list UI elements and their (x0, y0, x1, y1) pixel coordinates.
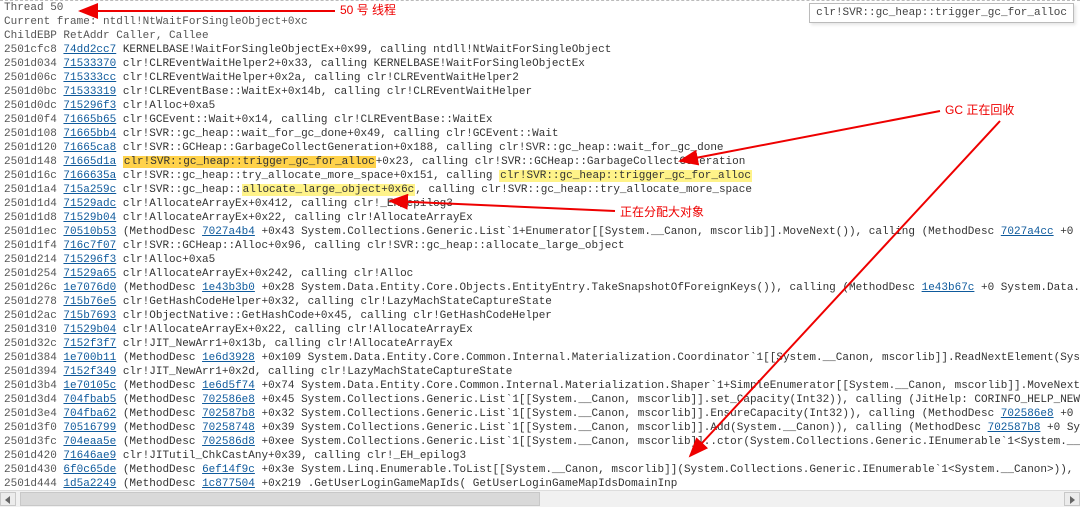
retaddr-link[interactable]: 715b76e5 (63, 296, 116, 308)
stack-row: 2501d2ac 715b7693 clr!ObjectNative::GetH… (0, 309, 1080, 323)
stack-row: 2501d3e4 704fba62 (MethodDesc 702587b8 +… (0, 407, 1080, 421)
methoddesc-link[interactable]: 702587b8 (202, 408, 255, 420)
retaddr-link[interactable]: 715a259c (63, 184, 116, 196)
retaddr-link[interactable]: 71665bb4 (63, 128, 116, 140)
retaddr-link[interactable]: 6f0c65de (63, 464, 116, 476)
debugger-output-panel[interactable]: clr!SVR::gc_heap::trigger_gc_for_alloc T… (0, 0, 1080, 507)
retaddr-link[interactable]: 71665ca8 (63, 142, 116, 154)
stack-row: 2501d3d4 704fbab5 (MethodDesc 702586e8 +… (0, 393, 1080, 407)
methoddesc-link[interactable]: 1e43b3b0 (202, 282, 255, 294)
retaddr-link[interactable]: 7166635a (63, 170, 116, 182)
retaddr-link[interactable]: 1e7076d0 (63, 282, 116, 294)
retaddr-link[interactable]: 1e700b11 (63, 352, 116, 364)
stack-row: 2501d0dc 715296f3 clr!Alloc+0xa5 (0, 99, 1080, 113)
stack-row: 2501d444 1d5a2249 (MethodDesc 1c877504 +… (0, 477, 1080, 491)
horizontal-scrollbar[interactable] (0, 490, 1080, 507)
stack-row: 2501d394 7152f349 clr!JIT_NewArr1+0x2d, … (0, 365, 1080, 379)
stack-row: 2501d310 71529b04 clr!AllocateArrayEx+0x… (0, 323, 1080, 337)
methoddesc-link[interactable]: 702586d8 (202, 436, 255, 448)
retaddr-link[interactable]: 71529a65 (63, 268, 116, 280)
retaddr-link[interactable]: 7152f349 (63, 366, 116, 378)
retaddr-link[interactable]: 71529b04 (63, 324, 116, 336)
scroll-left-button[interactable] (0, 492, 16, 506)
retaddr-link[interactable]: 71529adc (63, 198, 116, 210)
retaddr-link[interactable]: 71533319 (63, 86, 116, 98)
retaddr-link[interactable]: 704fba62 (63, 408, 116, 420)
methoddesc-link[interactable]: 6ef14f9c (202, 464, 255, 476)
stack-row: 2501d108 71665bb4 clr!SVR::gc_heap::wait… (0, 127, 1080, 141)
stack-row: 2501d254 71529a65 clr!AllocateArrayEx+0x… (0, 267, 1080, 281)
gc-trigger-highlight: clr!SVR::gc_heap::trigger_gc_for_alloc (123, 156, 376, 168)
stack-row: 2501d3f0 70516799 (MethodDesc 70258748 +… (0, 421, 1080, 435)
methoddesc-link[interactable]: 702587b8 (988, 422, 1041, 434)
retaddr-link[interactable]: 1d5a2249 (63, 478, 116, 490)
methoddesc-link[interactable]: 70258748 (202, 422, 255, 434)
stack-row: 2501d0f4 71665b65 clr!GCEvent::Wait+0x14… (0, 113, 1080, 127)
methoddesc-link[interactable]: 7027a4cc (1001, 226, 1054, 238)
large-object-highlight: allocate_large_object+0x6c (242, 184, 416, 196)
retaddr-link[interactable]: 71665b65 (63, 114, 116, 126)
retaddr-link[interactable]: 71665d1a (63, 156, 116, 168)
stack-row: 2501d32c 7152f3f7 clr!JIT_NewArr1+0x13b,… (0, 337, 1080, 351)
retaddr-link[interactable]: 71533370 (63, 58, 116, 70)
methoddesc-link[interactable]: 7027a4b4 (202, 226, 255, 238)
stack-row: 2501d278 715b76e5 clr!GetHashCodeHelper+… (0, 295, 1080, 309)
stack-row: 2501d3b4 1e70105c (MethodDesc 1e6d5f74 +… (0, 379, 1080, 393)
stack-row: 2501d034 71533370 clr!CLREventWaitHelper… (0, 57, 1080, 71)
retaddr-link[interactable]: 70516799 (63, 422, 116, 434)
methoddesc-link[interactable]: 702586e8 (202, 394, 255, 406)
columns-header: ChildEBP RetAddr Caller, Callee (0, 29, 1080, 43)
stack-row: 2501d1f4 716c7f07 clr!SVR::GCHeap::Alloc… (0, 239, 1080, 253)
retaddr-link[interactable]: 70510b53 (63, 226, 116, 238)
stack-row-highlight: 2501d148 71665d1a clr!SVR::gc_heap::trig… (0, 155, 1080, 169)
methoddesc-link[interactable]: 1e6d3928 (202, 352, 255, 364)
stack-row: 2501d1ec 70510b53 (MethodDesc 7027a4b4 +… (0, 225, 1080, 239)
retaddr-link[interactable]: 74dd2cc7 (63, 44, 116, 56)
stack-row: 2501d430 6f0c65de (MethodDesc 6ef14f9c +… (0, 463, 1080, 477)
stack-row: 2501d120 71665ca8 clr!SVR::GCHeap::Garba… (0, 141, 1080, 155)
scroll-thumb[interactable] (20, 492, 540, 506)
retaddr-link[interactable]: 7152f3f7 (63, 338, 116, 350)
methoddesc-link[interactable]: 702586e8 (1001, 408, 1054, 420)
stack-row: 2501d26c 1e7076d0 (MethodDesc 1e43b3b0 +… (0, 281, 1080, 295)
gc-trigger-highlight: clr!SVR::gc_heap::trigger_gc_for_alloc (499, 170, 752, 182)
retaddr-link[interactable]: 71646ae9 (63, 450, 116, 462)
stack-row: 2501d1d8 71529b04 clr!AllocateArrayEx+0x… (0, 211, 1080, 225)
scroll-right-button[interactable] (1064, 492, 1080, 506)
stack-row: 2501d1a4 715a259c clr!SVR::gc_heap::allo… (0, 183, 1080, 197)
retaddr-link[interactable]: 715296f3 (63, 100, 116, 112)
retaddr-link[interactable]: 71529b04 (63, 212, 116, 224)
stack-row: 2501d420 71646ae9 clr!JITutil_ChkCastAny… (0, 449, 1080, 463)
methoddesc-link[interactable]: 1e43b67c (922, 282, 975, 294)
tooltip: clr!SVR::gc_heap::trigger_gc_for_alloc (809, 3, 1074, 23)
retaddr-link[interactable]: 716c7f07 (63, 240, 116, 252)
retaddr-link[interactable]: 1e70105c (63, 380, 116, 392)
stack-row: 2501d214 715296f3 clr!Alloc+0xa5 (0, 253, 1080, 267)
retaddr-link[interactable]: 715296f3 (63, 254, 116, 266)
stack-row: 2501cfc8 74dd2cc7 KERNELBASE!WaitForSing… (0, 43, 1080, 57)
stack-row: 2501d0bc 71533319 clr!CLREventBase::Wait… (0, 85, 1080, 99)
methoddesc-link[interactable]: 1c877504 (202, 478, 255, 490)
methoddesc-link[interactable]: 1e6d5f74 (202, 380, 255, 392)
stack-row: 2501d1d4 71529adc clr!AllocateArrayEx+0x… (0, 197, 1080, 211)
stack-row: 2501d16c 7166635a clr!SVR::gc_heap::try_… (0, 169, 1080, 183)
retaddr-link[interactable]: 715b7693 (63, 310, 116, 322)
retaddr-link[interactable]: 704eaa5e (63, 436, 116, 448)
retaddr-link[interactable]: 704fbab5 (63, 394, 116, 406)
stack-row: 2501d06c 715333cc clr!CLREventWaitHelper… (0, 71, 1080, 85)
stack-row: 2501d384 1e700b11 (MethodDesc 1e6d3928 +… (0, 351, 1080, 365)
stack-row: 2501d3fc 704eaa5e (MethodDesc 702586d8 +… (0, 435, 1080, 449)
retaddr-link[interactable]: 715333cc (63, 72, 116, 84)
